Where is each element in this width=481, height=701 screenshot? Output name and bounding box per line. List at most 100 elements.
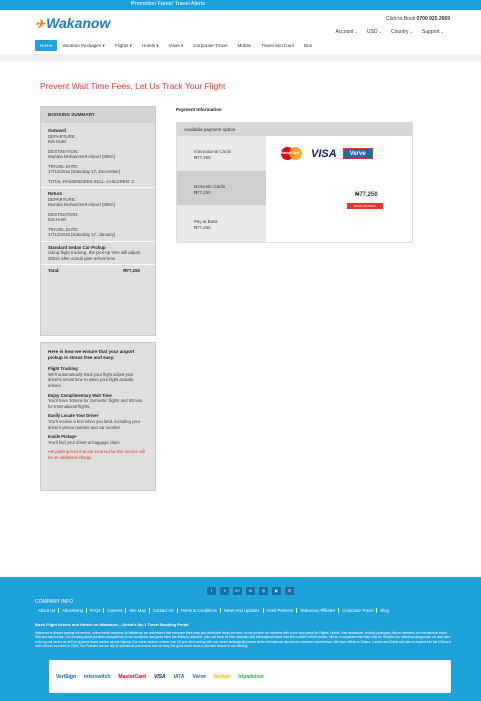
mastercard-icon: MasterCard [118, 673, 146, 680]
divider-band [0, 54, 481, 61]
make-payment-button[interactable]: MAKE PAYMENT [347, 203, 383, 209]
nav-hotels[interactable]: Hotels ▾ [137, 40, 164, 51]
pickup-title: Standard Sedan Car Pickup [48, 244, 106, 250]
outward-dest: Murtala Mohammed Airport [MMA] [48, 154, 115, 159]
return-block: Return DEPARTURE: Murtala Mohammed Airpo… [41, 191, 155, 238]
verve-icon: Verve [342, 148, 373, 159]
currency-menu[interactable]: USD [367, 29, 382, 35]
total-label: Total: [48, 268, 60, 273]
payment-options-header: Available payment option [177, 123, 412, 136]
company-info-title: COMPANY INFO [35, 599, 74, 605]
divider [41, 264, 155, 265]
pickup-info-title: Here is how we ensure that your airport … [48, 349, 135, 360]
nav-bus[interactable]: Bus [299, 40, 317, 51]
outward-pax: TOTAL PASSENGERS INCL. CHILDREN: 3 [48, 178, 134, 184]
footer-link[interactable]: Site Map [126, 608, 150, 613]
linkedin-icon[interactable]: in [246, 587, 255, 595]
support-menu[interactable]: Support [422, 29, 444, 35]
mastercard-icon: MasterCard [278, 146, 305, 161]
verve-icon: Verve [192, 673, 206, 680]
return-dep: Murtala Mohammed Airport [MMA] [48, 202, 115, 207]
nav-mobile[interactable]: Mobile [233, 40, 257, 51]
visa-icon: VISA [153, 673, 166, 680]
divider [41, 187, 155, 188]
whatsapp-icon[interactable]: ✆ [285, 587, 294, 595]
nav-corporate-travel[interactable]: Corporate Travel [188, 40, 232, 51]
info-text: You'll find your driver at baggage claim… [48, 439, 121, 445]
option-domestic-cards[interactable]: Domestic Cards ₦77,250 [177, 171, 266, 206]
footer-links: About Us Advertising FAQs Careers Site M… [35, 608, 392, 613]
logo-text: Wakanow [46, 15, 111, 31]
return-dest: Ibis Hotel [48, 217, 67, 222]
option-amount: ₦77,250 [194, 155, 211, 160]
nav-visas[interactable]: Visas ▾ [164, 40, 189, 51]
account-menu[interactable]: Account [335, 29, 358, 35]
outward-dep: Ibis Hotel [48, 139, 67, 144]
option-international-cards[interactable]: International Cards ₦77,250 [177, 136, 266, 171]
call-label: Click to Book [386, 16, 416, 22]
tripadvisor-icon: tripadvisor [238, 673, 265, 680]
total-row: Total: ₦77,250 [41, 268, 155, 274]
nav-travel-sim-card[interactable]: Travel Sim Card [256, 40, 299, 51]
option-amount: ₦77,250 [194, 190, 211, 195]
outward-label: Outward [48, 128, 66, 133]
trust-badges: VeriSign interswitch MasterCard VISA IAT… [49, 660, 451, 693]
logo-mark-icon: ✈ [35, 17, 46, 31]
footer-heading: Book Flight tickets and Hotels on Wakano… [35, 622, 189, 627]
return-label: Return [48, 191, 63, 196]
option-amount: ₦77,250 [194, 225, 211, 230]
divider [41, 240, 155, 242]
visa-icon: VISA [311, 147, 337, 160]
footer-paragraph: Wakanow is Africa's leading full-service… [35, 631, 451, 649]
google-plus-icon[interactable]: G+ [233, 587, 242, 595]
close-icon[interactable]: × [131, 1, 451, 7]
nav-vacation-packages[interactable]: Vacation Packages ▾ [57, 40, 110, 51]
summary-title: BOOKING SUMMARY [41, 107, 155, 123]
footer-link[interactable]: Blog [377, 608, 391, 613]
footer-link[interactable]: Corporate Travel [339, 608, 378, 613]
footer-link[interactable]: News And Updates [221, 608, 264, 613]
utility-menu: Account USD Country Support [335, 29, 444, 35]
footer-link[interactable]: Wakanow Affiliates [297, 608, 340, 613]
instagram-icon[interactable]: ◎ [259, 587, 268, 595]
iata-icon: IATA [173, 673, 185, 680]
parking-note: •All parking fees that are incurred for … [48, 449, 145, 460]
youtube-icon[interactable]: ▶ [272, 587, 281, 595]
social-links: f t G+ in ◎ ▶ ✆ [207, 587, 294, 595]
footer-link[interactable]: Careers [104, 608, 127, 613]
facebook-icon[interactable]: f [207, 587, 216, 595]
nav-flights[interactable]: Flights ▾ [110, 40, 137, 51]
outward-date: 17/12/2016 [Saturday 17, December] [48, 169, 121, 174]
verisign-icon: VeriSign [56, 673, 77, 680]
call-phone: 0700 925 2669 [416, 16, 450, 22]
total-amount: ₦77,250 [123, 268, 140, 273]
call-to-book: Click to Book 0700 925 2669 [386, 16, 450, 22]
promo-bar: Promotion Fares/ Travel Alerts × [0, 0, 481, 10]
payment-box: Available payment option International C… [176, 122, 413, 243]
info-text: You'll have 30mins for Domestic flights … [48, 398, 143, 409]
footer-link[interactable]: Hotel Partners [264, 608, 298, 613]
wakanow-logo[interactable]: ✈Wakanow [35, 15, 110, 31]
payment-amount: ₦77,250 [355, 192, 378, 198]
footer-link[interactable]: Contact Us [150, 608, 178, 613]
main-nav: Home Vacation Packages ▾ Flights ▾ Hotel… [35, 40, 317, 51]
country-menu[interactable]: Country [391, 29, 413, 35]
footer: f t G+ in ◎ ▶ ✆ COMPANY INFO About Us Ad… [0, 577, 481, 701]
interswitch-icon: interswitch [84, 673, 111, 680]
nav-home[interactable]: Home [35, 40, 58, 51]
booking-summary: BOOKING SUMMARY Outward DEPARTURE: Ibis … [40, 106, 156, 336]
page-title: Prevent Wait Time Fees, Let Us Track You… [40, 81, 226, 91]
info-text: You'll receive a text when you land, inc… [48, 418, 141, 430]
pickup-info-card: Here is how we ensure that your airport … [40, 342, 156, 491]
return-date: 17/12/2016 [Saturday 17, January] [48, 232, 116, 237]
option-pay-at-bank[interactable]: Pay at Bank ₦77,250 [177, 206, 266, 243]
twitter-icon[interactable]: t [220, 587, 229, 595]
pickup-block: Standard Sedan Car Pickup Using flight t… [41, 245, 155, 262]
card-logos: MasterCard VISA Verve [278, 146, 373, 161]
footer-link[interactable]: Terms & Conditions [178, 608, 221, 613]
info-text: We'll automatically track your flight ad… [48, 371, 134, 388]
footer-link[interactable]: About Us [35, 608, 60, 613]
footer-link[interactable]: FAQs [87, 608, 105, 613]
footer-link[interactable]: Advertising [59, 608, 87, 613]
outward-block: Outward DEPARTURE: Ibis Hotel DESTINATIO… [41, 128, 155, 184]
